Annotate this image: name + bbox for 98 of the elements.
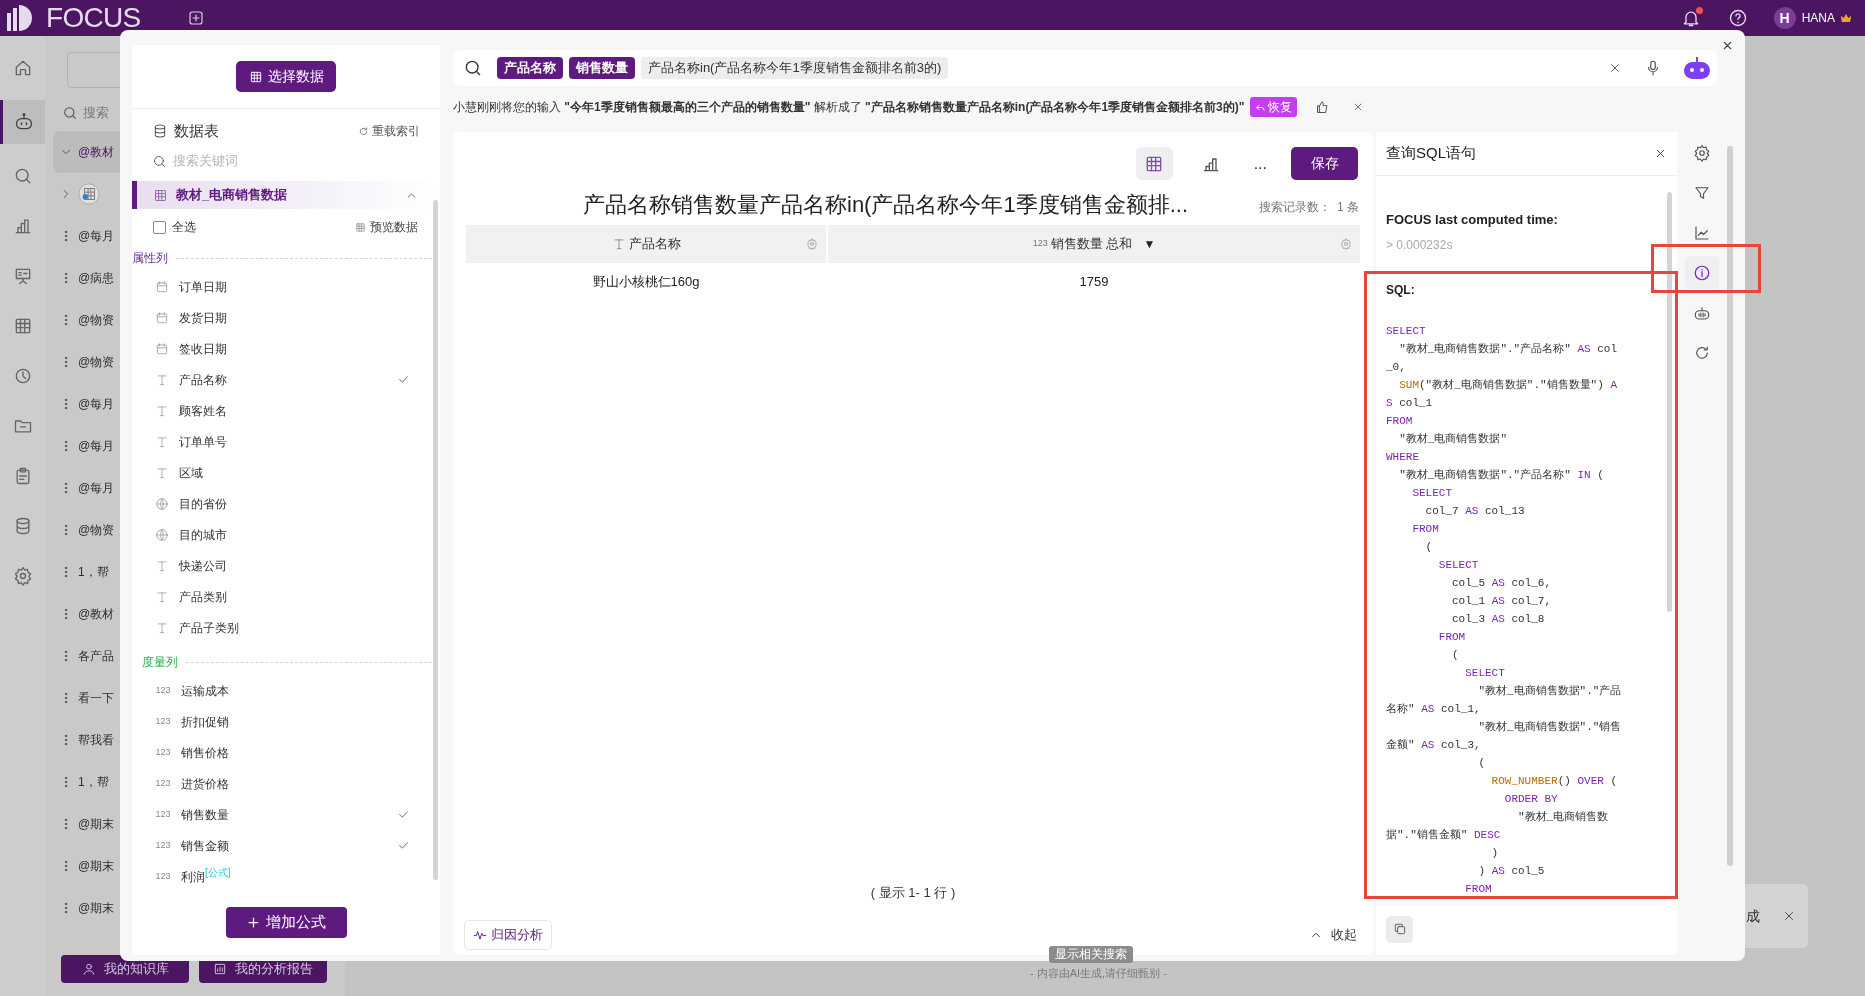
parse-notice: 小慧刚刚将您的输入 "今年1季度销售额最高的三个产品的销售数量" 解析成了 "产品名称销售数量产品名称in(产品名称今年1季度销售金额排名前3的)" xyxy=(453,99,1245,116)
code-line: FROM xyxy=(1437,629,1467,645)
field-name: 产品类别 xyxy=(179,588,227,606)
history-title: @物资 xyxy=(78,354,115,371)
code-line: ( xyxy=(1451,647,1460,663)
toast-text: 成 xyxy=(1746,906,1760,926)
code-line: S col_1 xyxy=(1386,395,1434,411)
number-type-icon: 123 xyxy=(155,683,171,698)
panel-title: 数据表 xyxy=(174,120,219,141)
field-name: 订单单号 xyxy=(179,433,227,451)
history-title: 帮我看 xyxy=(78,732,114,749)
code-line: _0, xyxy=(1386,359,1407,375)
code-line: SELECT xyxy=(1411,485,1453,501)
record-count: 1 条 xyxy=(1337,199,1359,216)
time-label: FOCUS last computed time: xyxy=(1386,211,1559,229)
field-name: 目的城市 xyxy=(179,526,227,544)
code-line: "教材_电商销售数据"."产品 xyxy=(1477,683,1623,699)
table-cell-text: 野山小核桃仁160g xyxy=(591,273,701,292)
number-type-icon: 123 xyxy=(155,745,171,760)
field-name: 签收日期 xyxy=(179,340,227,358)
group-heading: 属性列 xyxy=(132,250,168,267)
code-line: 据"."销售金额" DESC xyxy=(1386,827,1502,843)
field-name: 发货日期 xyxy=(179,309,227,327)
record-count-label: 搜索记录数： xyxy=(1259,199,1331,216)
history-title: @教材 xyxy=(78,606,115,623)
row-count: ( 显示 1- 1 行 ) xyxy=(870,883,956,902)
disclaimer: - 内容由AI生成,请仔细甄别 - xyxy=(1030,966,1167,981)
field-name: 快递公司 xyxy=(179,557,227,575)
code-line: WHERE xyxy=(1386,449,1420,465)
history-title: 各产品 xyxy=(78,648,114,665)
field-name: 进货价格 xyxy=(181,775,229,793)
history-title: 1，帮 xyxy=(78,774,109,791)
field-name: 销售数量 xyxy=(181,806,229,824)
field-name: 订单日期 xyxy=(179,278,227,296)
history-title: @物资 xyxy=(78,522,115,539)
code-line: col_5 AS col_6, xyxy=(1451,575,1553,591)
number-type-icon: 123 xyxy=(1032,237,1048,251)
table-cell-text: 1759 xyxy=(1078,273,1110,292)
code-line: ( xyxy=(1424,539,1434,555)
result-title: 产品名称销售数量产品名称in(产品名称今年1季度销售金额排... xyxy=(583,191,1189,219)
column-title: 产品名称 xyxy=(628,235,681,254)
history-title: @期末 xyxy=(78,900,115,917)
field-name: 折扣促销 xyxy=(181,713,229,731)
history-title: 1，帮 xyxy=(78,564,109,581)
history-title: @每月 xyxy=(78,480,115,497)
field-name: 产品名称 xyxy=(179,371,227,389)
field-name: 销售价格 xyxy=(181,744,229,762)
field-name: 目的省份 xyxy=(179,495,227,513)
code-line: ) xyxy=(1490,845,1500,861)
history-title: @教材 xyxy=(78,144,115,161)
code-line: FROM xyxy=(1464,881,1493,897)
history-title: @每月 xyxy=(78,228,115,245)
select-all-label: 全选 xyxy=(172,219,196,236)
code-line: col_3 AS col_8 xyxy=(1451,611,1546,627)
field-name: 顾客姓名 xyxy=(179,402,227,420)
history-title: 看一下 xyxy=(78,690,114,707)
number-type-icon: 123 xyxy=(155,807,171,822)
group-heading: 度量列 xyxy=(142,654,178,671)
code-line: FROM xyxy=(1386,413,1414,429)
code-line: col_7 AS col_13 xyxy=(1424,503,1526,519)
code-line: ROW_NUMBER() OVER ( xyxy=(1490,773,1619,789)
history-title: @期末 xyxy=(78,858,115,875)
field-name: 产品子类别 xyxy=(179,619,239,637)
history-title: @每月 xyxy=(78,396,115,413)
number-type-icon: 123 xyxy=(155,838,171,853)
table-name: 教材_电商销售数据 xyxy=(176,186,288,205)
code-line: "教材_电商销售数据" xyxy=(1398,431,1508,447)
field-name: 销售金额 xyxy=(181,837,229,855)
code-line: ORDER BY xyxy=(1503,791,1559,807)
history-title: @每月 xyxy=(78,438,115,455)
sql-label: SQL: xyxy=(1386,281,1416,299)
history-title: @物资 xyxy=(78,312,115,329)
code-line: SELECT xyxy=(1386,323,1427,339)
logo-text: FOCUS xyxy=(46,4,141,32)
code-line: ( xyxy=(1477,755,1487,771)
code-line: col_1 AS col_7, xyxy=(1451,593,1553,609)
code-line: "教材_电商销售数据"."产品名称" AS col xyxy=(1398,341,1619,357)
code-line: "教材_电商销售数 xyxy=(1517,809,1610,825)
code-line: 金额" AS col_3, xyxy=(1386,737,1482,753)
time-value: > 0.000232s xyxy=(1386,236,1454,254)
panel-title: 查询SQL语句 xyxy=(1386,143,1476,164)
number-type-icon: 123 xyxy=(155,776,171,791)
number-type-icon: 123 xyxy=(155,869,171,884)
number-type-icon: 123 xyxy=(155,714,171,729)
history-title: @期末 xyxy=(78,816,115,833)
field-name: 区域 xyxy=(179,464,203,482)
code-line: SELECT xyxy=(1437,557,1480,573)
code-line: 名称" AS col_1, xyxy=(1386,701,1482,717)
history-title: @病患 xyxy=(78,270,115,287)
code-line: SUM("教材_电商销售数据"."销售数量") A xyxy=(1398,377,1619,393)
code-line: ) AS col_5 xyxy=(1477,863,1546,879)
code-line: SELECT xyxy=(1464,665,1506,681)
code-line: "教材_电商销售数据"."销售 xyxy=(1477,719,1623,735)
field-name: 利润$^{[公式]}$ xyxy=(181,867,231,886)
code-line: "教材_电商销售数据"."产品名称" IN ( xyxy=(1398,467,1605,483)
column-title: 销售数量 总和 xyxy=(1050,235,1133,254)
code-line: FROM xyxy=(1411,521,1440,537)
field-name: 运输成本 xyxy=(181,682,229,700)
